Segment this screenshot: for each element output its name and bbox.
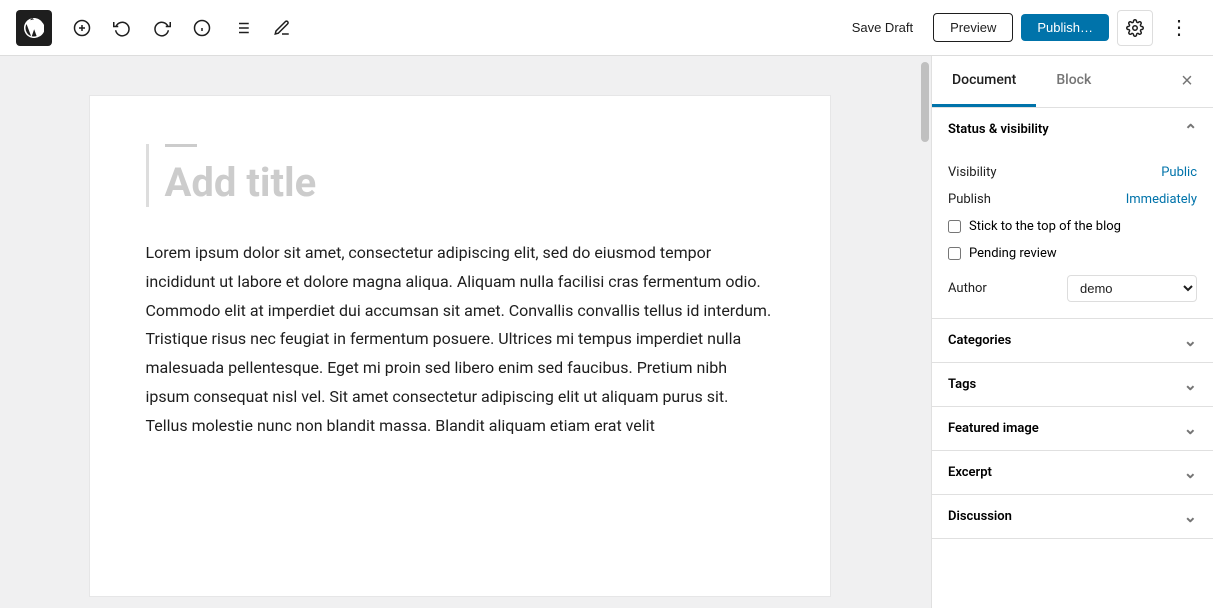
publish-value[interactable]: Immediately [1126, 192, 1197, 207]
editor-content: Add title Lorem ipsum dolor sit amet, co… [90, 96, 830, 596]
chevron-down-categories-icon: ⌄ [1184, 331, 1197, 350]
editor-area[interactable]: Add title Lorem ipsum dolor sit amet, co… [0, 56, 919, 608]
toolbar-left [16, 10, 300, 46]
publish-row: Publish Immediately [948, 186, 1197, 213]
sidebar: Document Block × Status & visibility ⌄ V… [931, 56, 1213, 608]
tools-button[interactable] [264, 10, 300, 46]
editor-scrollbar[interactable] [919, 56, 931, 608]
publish-label: Publish [948, 192, 991, 207]
chevron-down-featured-icon: ⌄ [1184, 419, 1197, 438]
chevron-down-discussion-icon: ⌄ [1184, 507, 1197, 526]
redo-button[interactable] [144, 10, 180, 46]
save-draft-button[interactable]: Save Draft [840, 14, 925, 41]
author-label: Author [948, 281, 987, 296]
pending-review-row: Pending review [948, 240, 1197, 267]
panel-status-visibility: Status & visibility ⌄ Visibility Public … [932, 108, 1213, 319]
panel-discussion-header[interactable]: Discussion ⌄ [932, 495, 1213, 538]
stick-to-top-row: Stick to the top of the blog [948, 213, 1197, 240]
panel-tags: Tags ⌄ [932, 363, 1213, 407]
panel-excerpt: Excerpt ⌄ [932, 451, 1213, 495]
tab-document[interactable]: Document [932, 56, 1036, 107]
pending-review-label: Pending review [969, 246, 1057, 261]
toolbar-right: Save Draft Preview Publish… ⋮ [840, 10, 1197, 46]
info-button[interactable] [184, 10, 220, 46]
sidebar-header: Document Block × [932, 56, 1213, 108]
panel-tags-label: Tags [948, 377, 976, 392]
panel-status-visibility-label: Status & visibility [948, 122, 1049, 137]
add-block-button[interactable] [64, 10, 100, 46]
settings-button[interactable] [1117, 10, 1153, 46]
list-view-button[interactable] [224, 10, 260, 46]
preview-button[interactable]: Preview [933, 13, 1013, 42]
panel-excerpt-header[interactable]: Excerpt ⌄ [932, 451, 1213, 494]
publish-button[interactable]: Publish… [1021, 14, 1109, 41]
panel-status-visibility-content: Visibility Public Publish Immediately St… [932, 151, 1213, 318]
stick-to-top-label: Stick to the top of the blog [969, 219, 1121, 234]
undo-button[interactable] [104, 10, 140, 46]
scrollbar-thumb[interactable] [921, 62, 929, 142]
author-select[interactable]: demo admin [1067, 275, 1197, 302]
visibility-label: Visibility [948, 165, 997, 180]
chevron-down-excerpt-icon: ⌄ [1184, 463, 1197, 482]
body-content[interactable]: Lorem ipsum dolor sit amet, consectetur … [146, 239, 774, 441]
panel-featured-image-label: Featured image [948, 421, 1039, 436]
panel-excerpt-label: Excerpt [948, 465, 992, 480]
toolbar: Save Draft Preview Publish… ⋮ [0, 0, 1213, 56]
more-options-button[interactable]: ⋮ [1161, 10, 1197, 46]
panel-status-visibility-header[interactable]: Status & visibility ⌄ [932, 108, 1213, 151]
visibility-row: Visibility Public [948, 159, 1197, 186]
stick-to-top-checkbox[interactable] [948, 220, 961, 233]
panel-discussion-label: Discussion [948, 509, 1012, 524]
sidebar-close-button[interactable]: × [1169, 64, 1205, 100]
panel-featured-image-header[interactable]: Featured image ⌄ [932, 407, 1213, 450]
pending-review-checkbox[interactable] [948, 247, 961, 260]
panel-discussion: Discussion ⌄ [932, 495, 1213, 539]
author-row: Author demo admin [948, 267, 1197, 302]
visibility-value[interactable]: Public [1161, 165, 1197, 180]
title-handle [165, 144, 197, 147]
chevron-down-tags-icon: ⌄ [1184, 375, 1197, 394]
panel-categories-header[interactable]: Categories ⌄ [932, 319, 1213, 362]
title-area[interactable]: Add title [146, 144, 774, 207]
main-layout: Add title Lorem ipsum dolor sit amet, co… [0, 56, 1213, 608]
title-input[interactable]: Add title [165, 159, 774, 207]
panel-featured-image: Featured image ⌄ [932, 407, 1213, 451]
wp-logo-button[interactable] [16, 10, 52, 46]
tab-block[interactable]: Block [1036, 56, 1111, 107]
panel-tags-header[interactable]: Tags ⌄ [932, 363, 1213, 406]
chevron-up-icon: ⌄ [1184, 120, 1197, 139]
panel-categories-label: Categories [948, 333, 1011, 348]
panel-categories: Categories ⌄ [932, 319, 1213, 363]
